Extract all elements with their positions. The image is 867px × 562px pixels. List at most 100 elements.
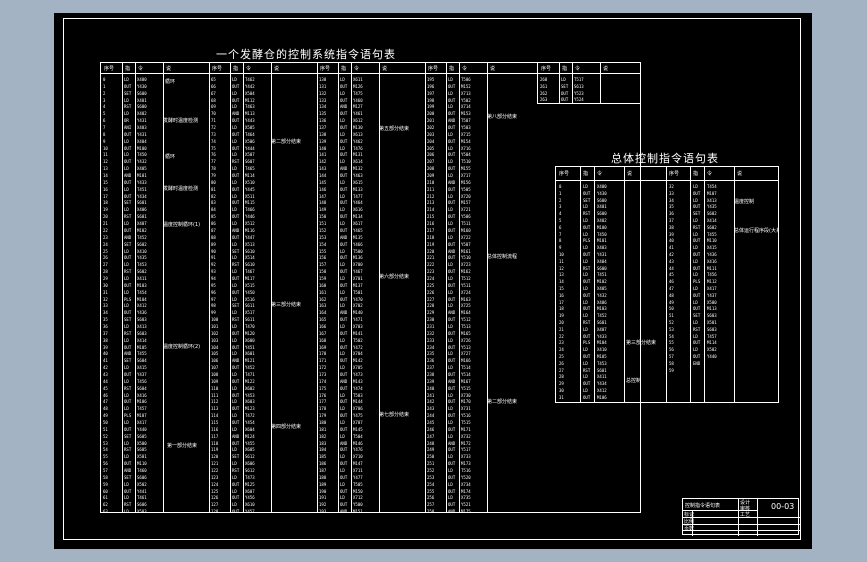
section-note: 总控制 <box>626 378 642 384</box>
b4-col-line-3 <box>487 63 488 512</box>
b4-header-1: 指 <box>449 66 455 72</box>
b2-arg-cell: Y457 <box>245 509 255 513</box>
summary_right-header-2: 令 <box>707 171 713 177</box>
b3-header-0: 序号 <box>320 66 331 72</box>
title-block: 控制指令语句表 00-03 设计 审核 工艺 标记 比例 页数 <box>682 498 800 536</box>
mini-header-0: 序号 <box>541 66 552 72</box>
summary_right-seq-cell: 59 <box>669 367 674 373</box>
b4-header-2: 令 <box>462 66 468 72</box>
titleblock-label-2: 工艺 <box>740 512 751 518</box>
mini-header-3: 说 <box>603 66 609 72</box>
b2-col-line-1 <box>230 63 231 512</box>
extra-instruction-table: 序号指令说 260 261 262 263 LD SET OUT OUT T517 S613 Y523… <box>537 62 641 104</box>
b4-header-3: 说 <box>490 66 496 72</box>
section-note: 总体控制流程 <box>487 254 518 260</box>
b3-arg-cell: M151 <box>353 509 363 513</box>
mini-header-1: 指 <box>562 66 568 72</box>
b2-col-line-2 <box>243 63 244 512</box>
section-note: 温度控制循环(2) <box>163 344 201 350</box>
b4-col-line-0 <box>425 63 426 512</box>
section-note: 循环 <box>165 79 176 85</box>
b1-arg-cell: X503 <box>137 509 147 513</box>
section-note: 第二部分结束 <box>271 139 302 145</box>
sum-header-rule <box>556 180 778 181</box>
section-note: 第八部分结束 <box>487 114 518 120</box>
main-table-title: 一个发酵仓的控制系统指令语句表 <box>216 48 396 61</box>
summary_right-header-0: 序号 <box>669 171 680 177</box>
section-note: 第七部分结束 <box>379 412 410 418</box>
mini-col-line-1 <box>559 63 560 103</box>
section-note: 第六部分结束 <box>379 274 410 280</box>
b1-seq-cell: 63 <box>103 509 108 513</box>
b1-header-1: 指 <box>125 66 131 72</box>
section-note: 第一部分结束 <box>167 443 198 449</box>
drawing-number: 00-03 <box>771 502 795 511</box>
b1-header-3: 说 <box>166 66 172 72</box>
b4-col-line-2 <box>459 63 460 512</box>
section-note: 温度控制 <box>734 199 755 205</box>
mini-col-line-3 <box>600 63 601 103</box>
drawing-sheet: 一个发酵仓的控制系统指令语句表 总体控制指令语句表 序号指令说 0 1 2 3 4 5 6 7 8… <box>54 13 812 549</box>
section-note: 发酵时温度检测 <box>163 118 199 124</box>
mini-seq-cell: 263 <box>540 97 548 103</box>
section-note: 第四部分结束 <box>271 424 302 430</box>
b1-op-cell: LD <box>124 509 129 513</box>
mini-col-line-2 <box>572 63 573 103</box>
summary_left-op-cell: OUT <box>583 394 591 400</box>
summary_left-header-2: 令 <box>597 171 603 177</box>
section-note: 第五部分结束 <box>379 126 410 132</box>
b2-header-0: 序号 <box>212 66 223 72</box>
b2-col-line-0 <box>209 63 210 512</box>
b4-col-line-1 <box>446 63 447 512</box>
b4-seq-cell: 258 <box>427 509 435 513</box>
b3-header-3: 说 <box>382 66 388 72</box>
summary_left-col-line-3 <box>624 167 625 402</box>
section-note: 总体运行程序段(大系统) <box>734 228 778 234</box>
b3-seq-cell: 193 <box>319 509 327 513</box>
summary_right-col-line-1 <box>690 167 691 402</box>
summary_right-header-1: 指 <box>693 171 699 177</box>
mini-header-rule <box>538 73 640 74</box>
titleblock-label-5: 页数 <box>684 526 695 532</box>
summary_right-arg-cell: Y440 <box>707 354 717 359</box>
b1-header-0: 序号 <box>104 66 115 72</box>
titleblock-name: 控制指令语句表 <box>685 503 721 509</box>
summary_left-header-1: 指 <box>583 171 589 177</box>
summary_left-header-0: 序号 <box>559 171 570 177</box>
b1-col-line-3 <box>163 63 164 512</box>
summary_right-col-line-0 <box>666 167 667 402</box>
b1-col-line-2 <box>135 63 136 512</box>
b2-col-line-3 <box>271 63 272 512</box>
b2-seq-cell: 128 <box>211 509 219 513</box>
summary_right-op-cell: END <box>693 360 701 366</box>
titleblock-label-3: 标记 <box>684 512 695 518</box>
b3-col-line-0 <box>317 63 318 512</box>
b3-op-cell: AND <box>340 509 348 513</box>
summary_left-seq-cell: 31 <box>559 394 564 400</box>
b2-op-cell: OUT <box>232 509 240 513</box>
b2-header-1: 指 <box>233 66 239 72</box>
b4-header-0: 序号 <box>428 66 439 72</box>
b4-op-cell: AND <box>448 509 456 513</box>
summary_left-col-line-1 <box>580 167 581 402</box>
b3-header-1: 指 <box>341 66 347 72</box>
mini-arg-cell: Y524 <box>574 97 584 103</box>
section-note: 发酵时温度检测 <box>163 186 199 192</box>
section-note: 温度控制循环(1) <box>163 222 201 228</box>
section-note: 第二部分结束 <box>487 399 518 405</box>
section-note: 第三部分结束 <box>626 340 657 346</box>
summary-instruction-table: 序号指令说 0 1 2 3 4 5 6 7 8 9 10 11 12 13 14 15 16 17 18 19 20 21 2… <box>555 166 779 403</box>
b3-col-line-1 <box>338 63 339 512</box>
b4-arg-cell: M175 <box>461 509 471 513</box>
b1-header-2: 令 <box>138 66 144 72</box>
summary_left-header-3: 说 <box>627 171 633 177</box>
titleblock-label-4: 比例 <box>684 519 695 525</box>
section-note: 第三部分结束 <box>271 302 302 308</box>
b3-col-line-2 <box>351 63 352 512</box>
summary_right-col-line-2 <box>704 167 705 402</box>
mini-header-2: 令 <box>575 66 581 72</box>
b3-header-2: 令 <box>354 66 360 72</box>
b2-header-2: 令 <box>246 66 252 72</box>
mini-op-cell: OUT <box>561 97 569 103</box>
summary_left-arg-cell: M106 <box>597 394 607 400</box>
